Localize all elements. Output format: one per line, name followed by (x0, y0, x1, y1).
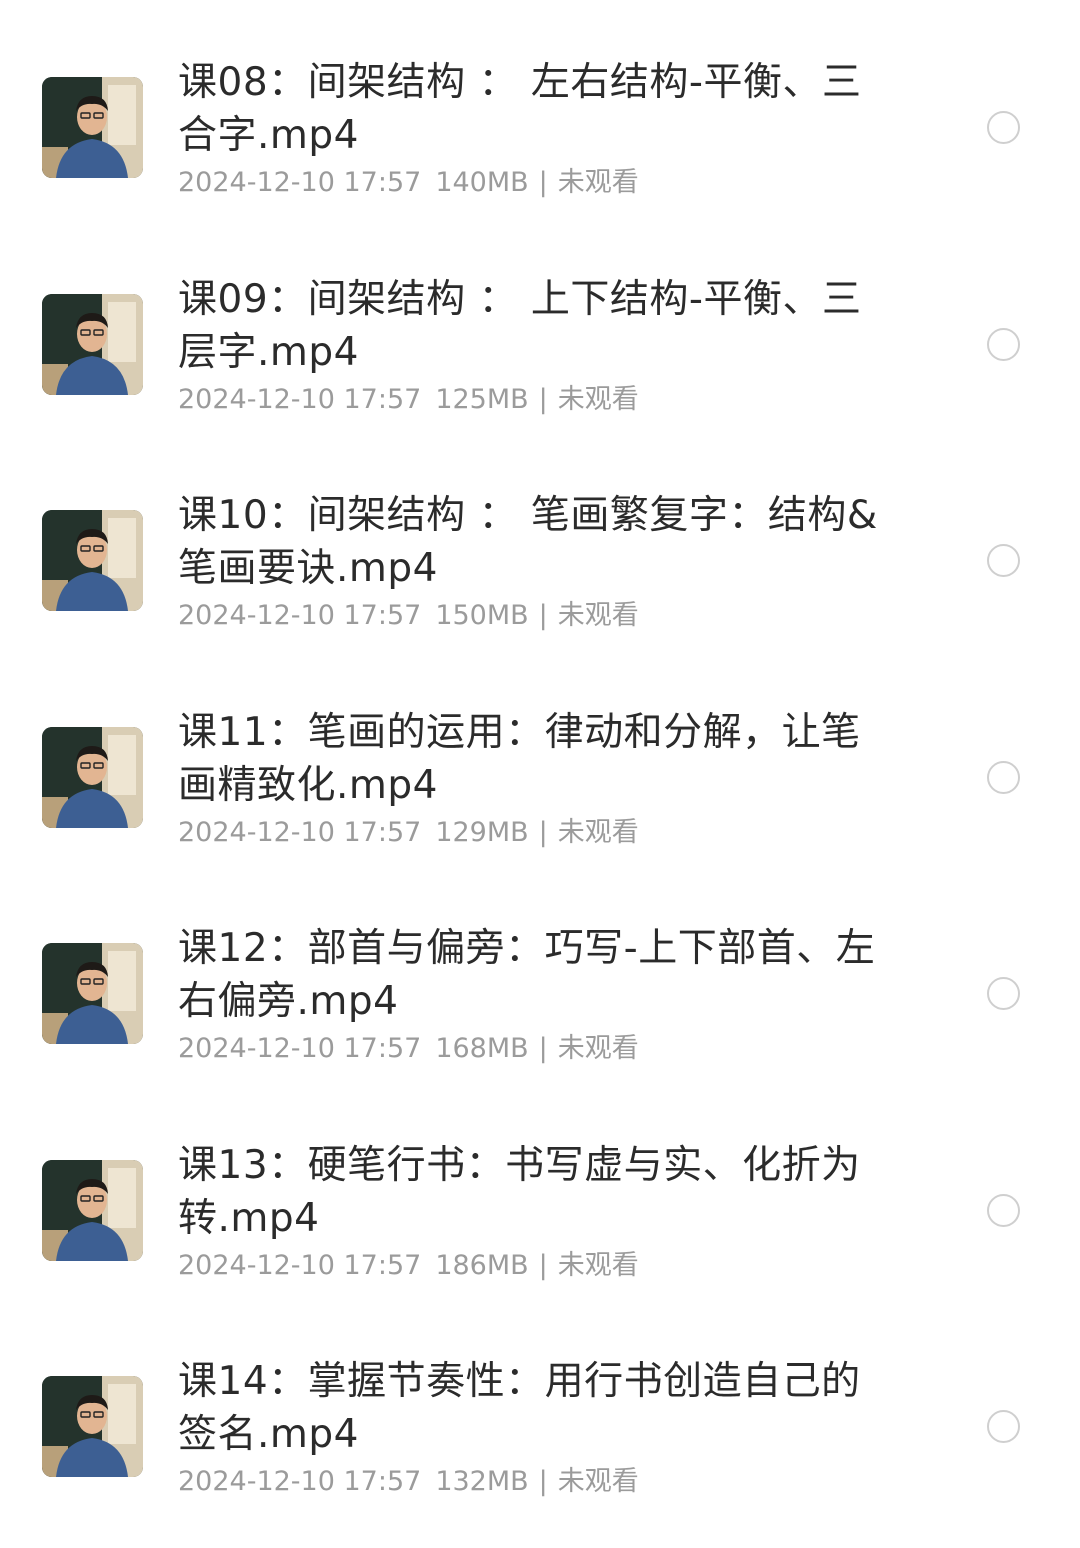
file-meta: 2024-12-10 17:57 168MB | 未观看 (178, 1032, 639, 1066)
video-thumbnail (42, 294, 143, 395)
file-row[interactable]: 课11：笔画的运用：律动和分解，让笔画精致化.mp4 2024-12-10 17… (0, 670, 1080, 887)
video-thumbnail (42, 1160, 143, 1261)
file-size: 132MB (435, 1466, 529, 1497)
file-meta: 2024-12-10 17:57 132MB | 未观看 (178, 1465, 639, 1499)
file-date: 2024-12-10 17:57 (178, 1250, 422, 1281)
meta-separator: | (538, 600, 548, 631)
video-thumbnail-icon (42, 510, 143, 611)
file-date: 2024-12-10 17:57 (178, 600, 422, 631)
file-title: 课09：间架结构 ： 上下结构-平衡、三层字.mp4 (178, 277, 862, 375)
file-meta: 2024-12-10 17:57 125MB | 未观看 (178, 383, 639, 417)
video-thumbnail (42, 510, 143, 611)
watch-status: 未观看 (557, 600, 639, 631)
video-thumbnail-icon (42, 727, 143, 828)
video-thumbnail-icon (42, 1376, 143, 1477)
file-date: 2024-12-10 17:57 (178, 1466, 422, 1497)
watch-status: 未观看 (557, 384, 639, 415)
file-size: 150MB (435, 600, 529, 631)
file-date: 2024-12-10 17:57 (178, 384, 422, 415)
file-size: 140MB (435, 167, 529, 198)
meta-separator: | (538, 384, 548, 415)
file-meta: 2024-12-10 17:57 186MB | 未观看 (178, 1249, 639, 1283)
file-row[interactable]: 课13：硬笔行书：书写虚与实、化折为转.mp4 2024-12-10 17:57… (0, 1103, 1080, 1320)
meta-separator: | (538, 1250, 548, 1281)
file-date: 2024-12-10 17:57 (178, 1033, 422, 1064)
watch-status: 未观看 (557, 167, 639, 198)
file-title: 课13：硬笔行书：书写虚与实、化折为转.mp4 (178, 1143, 861, 1241)
select-radio[interactable] (987, 544, 1020, 577)
watch-status: 未观看 (557, 1250, 639, 1281)
meta-separator: | (538, 167, 548, 198)
file-title: 课14：掌握节奏性：用行书创造自己的签名.mp4 (178, 1359, 861, 1457)
file-row[interactable]: 课14：掌握节奏性：用行书创造自己的签名.mp4 2024-12-10 17:5… (0, 1319, 1080, 1536)
video-thumbnail (42, 1376, 143, 1477)
select-radio[interactable] (987, 111, 1020, 144)
file-title: 课11：笔画的运用：律动和分解，让笔画精致化.mp4 (178, 710, 861, 808)
meta-separator: | (538, 1466, 548, 1497)
file-size: 129MB (435, 817, 529, 848)
file-size: 168MB (435, 1033, 529, 1064)
watch-status: 未观看 (557, 1033, 639, 1064)
file-title: 课08：间架结构 ： 左右结构-平衡、三合字.mp4 (178, 60, 862, 158)
file-meta: 2024-12-10 17:57 129MB | 未观看 (178, 816, 639, 850)
file-row[interactable]: 课08：间架结构 ： 左右结构-平衡、三合字.mp4 2024-12-10 17… (0, 20, 1080, 237)
file-row[interactable]: 课12：部首与偏旁：巧写-上下部首、左右偏旁.mp4 2024-12-10 17… (0, 886, 1080, 1103)
file-meta: 2024-12-10 17:57 150MB | 未观看 (178, 599, 639, 633)
select-radio[interactable] (987, 1410, 1020, 1443)
file-date: 2024-12-10 17:57 (178, 817, 422, 848)
file-size: 125MB (435, 384, 529, 415)
file-list: 课08：间架结构 ： 左右结构-平衡、三合字.mp4 2024-12-10 17… (0, 0, 1080, 1548)
video-thumbnail (42, 727, 143, 828)
watch-status: 未观看 (557, 1466, 639, 1497)
select-radio[interactable] (987, 1194, 1020, 1227)
watch-status: 未观看 (557, 817, 639, 848)
video-thumbnail (42, 77, 143, 178)
file-size: 186MB (435, 1250, 529, 1281)
file-date: 2024-12-10 17:57 (178, 167, 422, 198)
meta-separator: | (538, 817, 548, 848)
video-thumbnail-icon (42, 943, 143, 1044)
meta-separator: | (538, 1033, 548, 1064)
file-title: 课10：间架结构 ： 笔画繁复字：结构&笔画要诀.mp4 (178, 493, 878, 591)
video-thumbnail (42, 943, 143, 1044)
select-radio[interactable] (987, 328, 1020, 361)
file-row[interactable]: 课09：间架结构 ： 上下结构-平衡、三层字.mp4 2024-12-10 17… (0, 237, 1080, 454)
file-title: 课12：部首与偏旁：巧写-上下部首、左右偏旁.mp4 (178, 926, 876, 1024)
file-meta: 2024-12-10 17:57 140MB | 未观看 (178, 166, 639, 200)
file-row[interactable]: 课10：间架结构 ： 笔画繁复字：结构&笔画要诀.mp4 2024-12-10 … (0, 453, 1080, 670)
select-radio[interactable] (987, 977, 1020, 1010)
select-radio[interactable] (987, 761, 1020, 794)
video-thumbnail-icon (42, 294, 143, 395)
video-thumbnail-icon (42, 1160, 143, 1261)
video-thumbnail-icon (42, 77, 143, 178)
